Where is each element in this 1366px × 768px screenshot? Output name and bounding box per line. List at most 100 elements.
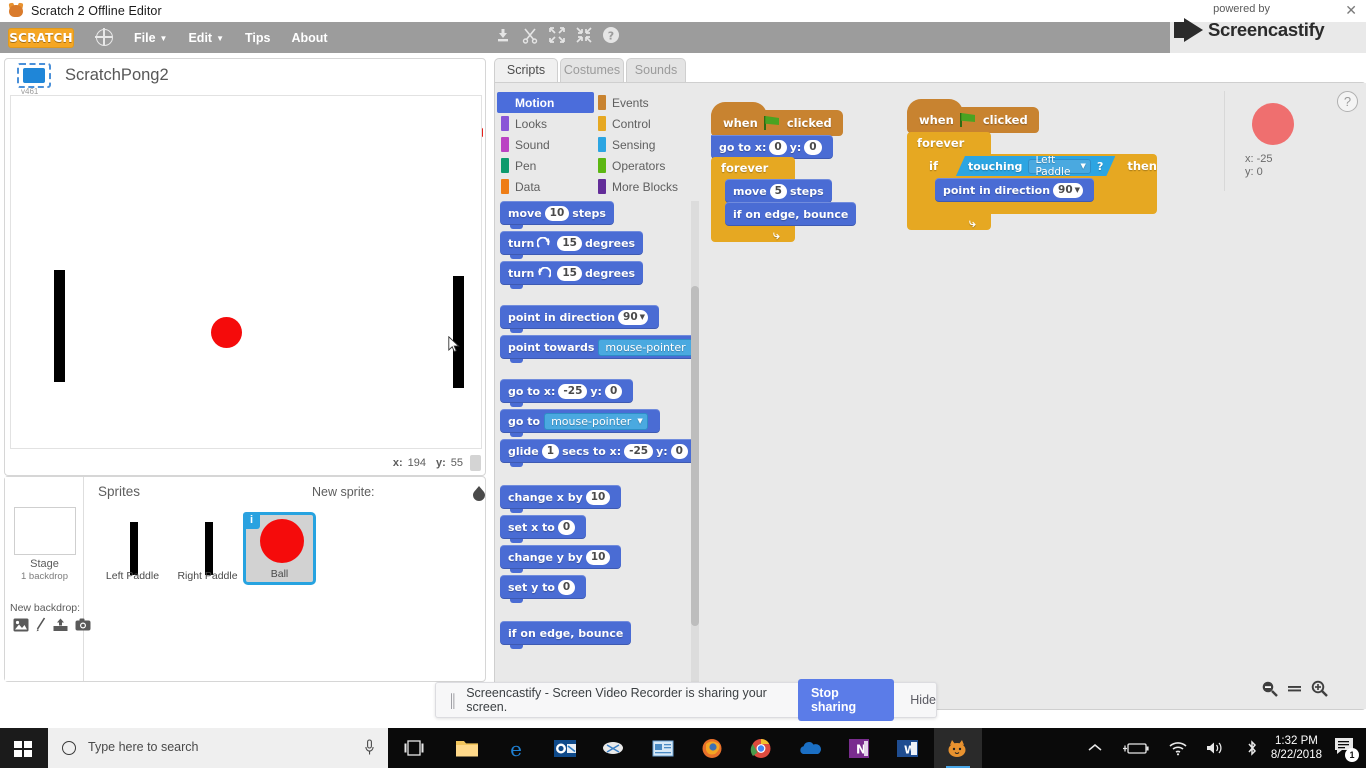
shrink-icon[interactable] [575, 26, 593, 44]
camera-icon[interactable] [75, 618, 91, 631]
menu-edit[interactable]: Edit ▼ [188, 31, 224, 45]
block-go-to-xy[interactable]: go to x: 0 y: 0 [711, 135, 833, 159]
block-input[interactable]: 0 [557, 579, 576, 595]
palette-block-turn-ccw[interactable]: turn 15 degrees [500, 261, 644, 289]
menu-file[interactable]: File ▼ [134, 31, 167, 45]
list-item[interactable]: Right Paddle [171, 512, 244, 585]
stage-resize-handle[interactable] [470, 455, 481, 471]
zoom-out-icon[interactable] [1261, 680, 1278, 697]
volume-icon[interactable] [1205, 739, 1227, 757]
grow-icon[interactable] [548, 26, 566, 44]
block-if-on-edge-bounce[interactable]: if on edge, bounce [725, 202, 857, 226]
palette-block-if-on-edge-bounce[interactable]: if on edge, bounce [500, 621, 632, 649]
scissors-icon[interactable] [521, 26, 539, 44]
stage-canvas[interactable] [10, 95, 482, 449]
block-forever[interactable]: forever move 5 steps if on edge, bounce … [711, 157, 857, 242]
taskbar-app-google-chrome[interactable] [738, 728, 786, 768]
taskbar-app-microsoft-edge[interactable]: e [493, 728, 541, 768]
bluetooth-icon[interactable] [1243, 739, 1261, 757]
block-dropdown[interactable]: mouse-pointer ▼ [598, 338, 699, 356]
menu-about[interactable]: About [291, 31, 327, 45]
block-dropdown[interactable]: 90 ▼ [1053, 182, 1084, 198]
microphone-icon[interactable] [365, 739, 374, 757]
palette-block-change-x[interactable]: change x by 10 [500, 485, 622, 513]
block-forever[interactable]: forever if touching Left Paddle ▼ ? then… [907, 132, 1157, 230]
palette-block-glide[interactable]: glide 1 secs to x: -25 y: 0 [500, 439, 699, 467]
stage-column[interactable]: Stage 1 backdrop New backdrop: [5, 477, 91, 681]
menu-tips[interactable]: Tips [245, 31, 270, 45]
action-center-icon[interactable]: 1 [1334, 737, 1359, 762]
taskbar-app-word[interactable]: W [885, 728, 933, 768]
sprite-info-icon[interactable]: i [243, 512, 260, 529]
block-input[interactable]: 0 [804, 139, 822, 155]
block-input[interactable]: 10 [585, 489, 611, 505]
tab-costumes[interactable]: Costumes [560, 58, 624, 82]
close-icon[interactable]: ✕ [1345, 2, 1357, 19]
category-looks[interactable]: Looks [501, 113, 598, 134]
taskbar-app-sticky-notes[interactable] [640, 728, 688, 768]
palette-block-change-y[interactable]: change y by 10 [500, 545, 622, 573]
palette-block-point-direction[interactable]: point in direction 90 ▼ [500, 305, 660, 333]
tab-scripts[interactable]: Scripts [494, 58, 558, 82]
palette-scrollbar[interactable] [691, 201, 699, 709]
category-control[interactable]: Control [598, 113, 693, 134]
taskbar-app-onenote[interactable]: N [836, 728, 884, 768]
chevron-up-icon[interactable] [1085, 741, 1105, 755]
taskbar-app-snipping-tool[interactable] [591, 728, 639, 768]
palette-block-turn-cw[interactable]: turn 15 degrees [500, 231, 644, 259]
battery-icon[interactable] [1121, 739, 1151, 757]
task-view-icon[interactable] [404, 740, 424, 756]
palette-block-point-towards[interactable]: point towards mouse-pointer ▼ [500, 335, 699, 363]
stamp-icon[interactable] [494, 26, 512, 44]
pause-icon[interactable]: ║ [448, 693, 457, 708]
help-icon[interactable]: ? [1337, 91, 1358, 112]
palette-block-set-x[interactable]: set x to 0 [500, 515, 587, 543]
start-button[interactable] [0, 728, 48, 768]
block-move[interactable]: move 5 steps [725, 179, 832, 203]
category-motion[interactable]: Motion [497, 92, 594, 113]
taskbar-app-outlook[interactable] [542, 728, 590, 768]
block-input[interactable]: -25 [558, 383, 588, 399]
category-operators[interactable]: Operators [598, 155, 693, 176]
help-icon[interactable]: ? [602, 26, 620, 44]
library-image-icon[interactable] [13, 618, 29, 632]
block-input[interactable]: 15 [557, 235, 582, 251]
block-when-flag-clicked[interactable]: when clicked [907, 99, 1039, 133]
block-input[interactable]: 15 [557, 265, 582, 281]
upload-icon[interactable] [53, 618, 68, 632]
block-touching[interactable]: touching Left Paddle ▼ ? [956, 156, 1115, 176]
block-input[interactable]: 10 [585, 549, 611, 565]
tab-sounds[interactable]: Sounds [626, 58, 686, 82]
block-input[interactable]: 0 [557, 519, 576, 535]
category-events[interactable]: Events [598, 92, 693, 113]
block-input[interactable]: 0 [769, 139, 787, 155]
list-item[interactable]: Left Paddle [96, 512, 169, 585]
wifi-icon[interactable] [1167, 739, 1189, 757]
block-dropdown[interactable]: Left Paddle ▼ [1028, 159, 1091, 174]
block-input[interactable]: -25 [624, 443, 654, 459]
palette-block-move[interactable]: move 10 steps [500, 201, 614, 229]
block-input[interactable]: 10 [544, 205, 570, 221]
globe-icon[interactable] [95, 28, 113, 46]
block-dropdown[interactable]: mouse-pointer ▼ [544, 412, 648, 430]
block-dropdown[interactable]: 90 ▼ [618, 309, 649, 325]
library-sprite-icon[interactable] [471, 485, 487, 501]
scripts-workspace[interactable]: when clicked go to x: 0 y: 0 forever mov… [700, 83, 1366, 709]
category-more-blocks[interactable]: More Blocks [598, 176, 693, 197]
taskbar-app-scratch[interactable] [934, 728, 982, 768]
taskbar-clock[interactable]: 1:32 PM 8/22/2018 [1271, 734, 1322, 762]
block-if-then[interactable]: if touching Left Paddle ▼ ? then point i… [921, 154, 1157, 214]
script-stack-1[interactable]: when clicked go to x: 0 y: 0 forever mov… [711, 102, 857, 242]
hide-button[interactable]: Hide [910, 693, 936, 707]
block-input[interactable]: 1 [541, 443, 560, 459]
block-point-in-direction[interactable]: point in direction 90 ▼ [935, 178, 1095, 202]
palette-block-set-y[interactable]: set y to 0 [500, 575, 587, 603]
category-sound[interactable]: Sound [501, 134, 598, 155]
category-pen[interactable]: Pen [501, 155, 598, 176]
stage-thumbnail[interactable] [14, 507, 76, 555]
block-input[interactable]: 0 [604, 383, 623, 399]
taskbar-app-file-explorer[interactable] [444, 728, 492, 768]
script-stack-2[interactable]: when clicked forever if touching Left Pa… [907, 99, 1157, 230]
category-data[interactable]: Data [501, 176, 598, 197]
block-input[interactable]: 0 [670, 443, 688, 459]
